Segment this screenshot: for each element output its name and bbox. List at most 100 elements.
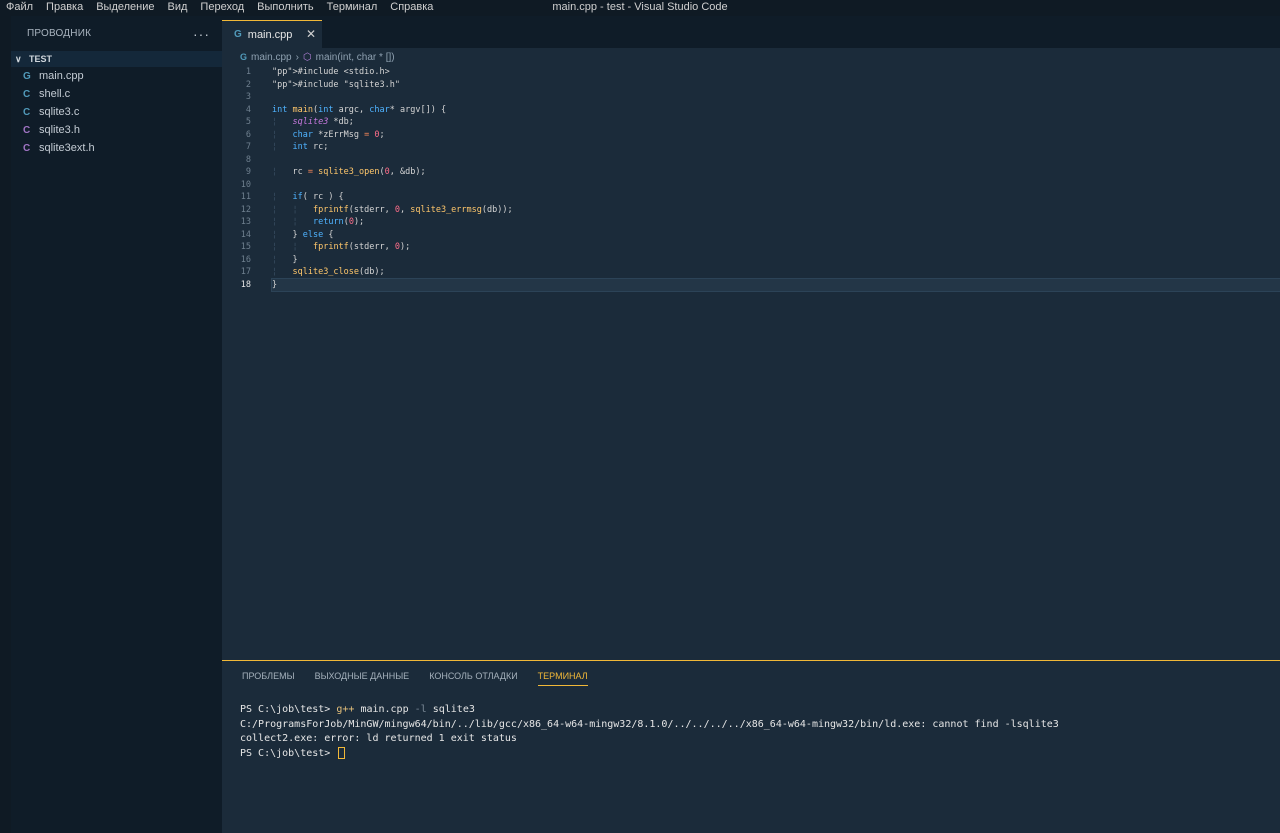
code-line[interactable]: ¦ sqlite3 *db; — [272, 116, 1280, 129]
terminal[interactable]: PS C:\job\test> g++ main.cpp -l sqlite3 … — [240, 703, 1260, 761]
terminal-line: PS C:\job\test> g++ main.cpp -l sqlite3 — [240, 703, 1260, 718]
tab-label: main.cpp — [247, 28, 293, 41]
line-number: 18 — [240, 279, 251, 290]
line-number: 10 — [240, 179, 251, 190]
menu-go[interactable]: Переход — [200, 1, 251, 13]
menu-edit[interactable]: Правка — [46, 1, 90, 13]
code-line[interactable]: ¦ } else { — [272, 229, 1280, 242]
code-line[interactable]: ¦ sqlite3_close(db); — [272, 266, 1280, 279]
terminal-line: PS C:\job\test> — [240, 746, 1260, 762]
line-number: 8 — [245, 154, 251, 165]
close-icon[interactable]: ✕ — [306, 27, 316, 41]
code-line[interactable]: ¦ ¦ fprintf(stderr, 0, sqlite3_errmsg(db… — [272, 204, 1280, 217]
tab-problems[interactable]: ПРОБЛЕМЫ — [242, 671, 295, 686]
breadcrumb-file[interactable]: main.cpp — [251, 52, 292, 63]
tab-terminal[interactable]: ТЕРМИНАЛ — [537, 671, 588, 686]
line-number: 16 — [240, 254, 251, 265]
menu-run[interactable]: Выполнить — [257, 1, 320, 13]
terminal-flag-value: sqlite3 — [432, 704, 475, 715]
cpp-file-icon: G — [23, 70, 31, 82]
explorer-title: ПРОВОДНИК — [27, 28, 92, 39]
file-item-sqlite3ext-h[interactable]: C sqlite3ext.h — [11, 139, 222, 157]
line-number: 5 — [245, 117, 251, 127]
line-number: 3 — [245, 92, 251, 102]
breadcrumb: G main.cpp › ⬡ main(int, char * []) — [222, 48, 1280, 66]
method-icon: ⬡ — [302, 51, 312, 63]
terminal-output-line: C:/ProgramsForJob/MinGW/mingw64/bin/../l… — [240, 718, 1059, 730]
explorer-sidebar: ПРОВОДНИК ··· ∨ TEST G main.cpp C shell.… — [11, 16, 222, 833]
code-line[interactable]: ¦ rc = sqlite3_open(0, &db); — [272, 166, 1280, 179]
tab-output[interactable]: ВЫХОДНЫЕ ДАННЫЕ — [315, 671, 410, 686]
chevron-right-icon: › — [295, 51, 299, 63]
c-file-icon: C — [23, 106, 31, 118]
folder-label: TEST — [29, 54, 53, 64]
terminal-flag: -l — [414, 704, 427, 715]
terminal-output-line: collect2.exe: error: ld returned 1 exit … — [240, 733, 517, 744]
file-label: sqlite3.c — [39, 106, 80, 118]
line-number: 15 — [240, 242, 251, 252]
code-line[interactable]: ¦ char *zErrMsg = 0; — [272, 129, 1280, 142]
file-label: shell.c — [39, 88, 71, 100]
terminal-command-args: main.cpp — [360, 704, 409, 715]
line-number: 11 — [240, 192, 251, 202]
header-file-icon: C — [23, 142, 31, 154]
terminal-prompt: PS C:\job\test> — [240, 747, 331, 759]
editor-tabs: G main.cpp ✕ — [222, 16, 1280, 48]
line-number: 4 — [245, 104, 251, 115]
file-item-main-cpp[interactable]: G main.cpp — [11, 67, 222, 85]
menu-bar: Файл Правка Выделение Вид Переход Выполн… — [0, 0, 1280, 16]
menu-items: Файл Правка Выделение Вид Переход Выполн… — [6, 1, 446, 13]
cpp-file-icon: G — [234, 29, 242, 40]
file-item-shell-c[interactable]: C shell.c — [11, 85, 222, 103]
bottom-panel: ПРОБЛЕМЫ ВЫХОДНЫЕ ДАННЫЕ КОНСОЛЬ ОТЛАДКИ… — [222, 660, 1280, 833]
panel-tabs: ПРОБЛЕМЫ ВЫХОДНЫЕ ДАННЫЕ КОНСОЛЬ ОТЛАДКИ… — [242, 671, 588, 686]
breadcrumb-symbol[interactable]: main(int, char * []) — [316, 52, 395, 63]
code-line[interactable]: ¦ ¦ fprintf(stderr, 0); — [272, 241, 1280, 254]
explorer-header: ПРОВОДНИК ··· — [11, 16, 222, 51]
file-label: sqlite3.h — [39, 124, 80, 136]
line-number: 14 — [240, 229, 251, 240]
terminal-prompt: PS C:\job\test> — [240, 704, 331, 715]
code-line[interactable] — [272, 179, 1280, 192]
activity-bar — [0, 16, 11, 833]
tab-debug-console[interactable]: КОНСОЛЬ ОТЛАДКИ — [429, 671, 517, 686]
tab-main-cpp[interactable]: G main.cpp ✕ — [222, 20, 322, 48]
line-number: 17 — [240, 267, 251, 277]
line-number: 12 — [240, 204, 251, 215]
code-line[interactable]: ¦ if( rc ) { — [272, 191, 1280, 204]
file-item-sqlite3-h[interactable]: C sqlite3.h — [11, 121, 222, 139]
code-line[interactable]: ¦ int rc; — [272, 141, 1280, 154]
code-line[interactable] — [272, 154, 1280, 167]
code-line[interactable]: ¦ ¦ return(0); — [272, 216, 1280, 229]
menu-selection[interactable]: Выделение — [96, 1, 161, 13]
menu-terminal[interactable]: Терминал — [327, 1, 385, 13]
menu-view[interactable]: Вид — [168, 1, 195, 13]
line-number: 1 — [245, 67, 251, 77]
terminal-cursor — [338, 746, 346, 759]
file-label: sqlite3ext.h — [39, 142, 95, 154]
chevron-down-icon: ∨ — [15, 53, 22, 64]
code-line[interactable]: } — [271, 277, 1280, 292]
c-file-icon: C — [23, 88, 31, 100]
code-line[interactable]: int main(int argc, char* argv[]) { — [272, 104, 1280, 117]
cpp-file-icon: G — [240, 52, 248, 62]
code-line[interactable]: ¦ } — [272, 254, 1280, 267]
line-number: 13 — [240, 217, 251, 227]
more-actions-icon[interactable]: ··· — [193, 26, 210, 42]
code-line[interactable]: "pp">#include <stdio.h> — [272, 66, 1280, 79]
code-area[interactable]: "pp">#include <stdio.h> "pp">#include "sq… — [271, 66, 1280, 292]
file-label: main.cpp — [39, 70, 84, 82]
terminal-command: g++ — [336, 704, 355, 715]
menu-file[interactable]: Файл — [6, 1, 40, 13]
line-number: 6 — [245, 129, 251, 140]
folder-test[interactable]: ∨ TEST — [11, 51, 222, 67]
line-number: 2 — [245, 79, 251, 90]
menu-help[interactable]: Справка — [390, 1, 440, 13]
code-line[interactable]: "pp">#include "sqlite3.h" — [272, 79, 1280, 92]
line-number-gutter: 1 2 3 4 5 6 7 8 9 10 11 12 13 14 15 16 17 18 — [222, 66, 272, 291]
header-file-icon: C — [23, 124, 31, 136]
code-editor[interactable]: 1 2 3 4 5 6 7 8 9 10 11 12 13 14 15 16 17 18 "pp">#includ… — [222, 66, 1280, 660]
file-item-sqlite3-c[interactable]: C sqlite3.c — [11, 103, 222, 121]
line-number: 9 — [245, 167, 251, 177]
code-line[interactable] — [272, 91, 1280, 104]
